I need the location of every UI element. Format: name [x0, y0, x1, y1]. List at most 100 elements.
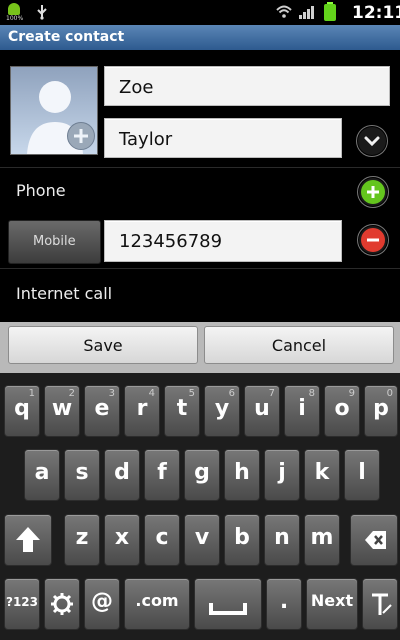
phone-number-field[interactable]: 123456789 [104, 220, 342, 262]
key-w[interactable]: 2 w [44, 385, 80, 437]
screen-titlebar: Create contact [0, 25, 400, 51]
key-g-label: g [194, 460, 210, 485]
key-t[interactable]: 5 t [164, 385, 200, 437]
contact-photo[interactable] [10, 66, 98, 155]
screen-title: Create contact [8, 29, 125, 45]
key-l[interactable]: l [344, 449, 380, 501]
soft-keyboard: 1 q 2 w 3 e 4 r 5 t 6 y 7 u 8 i 9 o 0 p … [0, 373, 400, 640]
key-r[interactable]: 4 r [124, 385, 160, 437]
key-h-label: h [234, 460, 250, 485]
save-label: Save [83, 336, 123, 355]
add-photo-icon [67, 122, 95, 150]
key-k-label: k [314, 460, 330, 485]
mode-key-label: ?123 [5, 595, 38, 609]
expand-name-button[interactable] [356, 125, 388, 157]
key-p-label: p [373, 396, 389, 421]
space-icon [209, 603, 247, 615]
key-e[interactable]: 3 e [84, 385, 120, 437]
phone-type-label: Mobile [33, 234, 76, 249]
at-key-label: @ [91, 589, 113, 614]
next-key-label: Next [310, 591, 354, 610]
phone-type-button[interactable]: Mobile [8, 220, 101, 264]
form-actions: Save Cancel [0, 322, 400, 373]
backspace-key[interactable] [350, 514, 398, 566]
next-key[interactable]: Next [306, 578, 358, 630]
period-key[interactable]: . [266, 578, 302, 630]
key-t-label: t [176, 396, 188, 421]
key-d[interactable]: d [104, 449, 140, 501]
key-g[interactable]: g [184, 449, 220, 501]
save-button[interactable]: Save [8, 326, 198, 364]
key-m[interactable]: m [304, 514, 340, 566]
key-f-label: f [157, 460, 167, 485]
key-z[interactable]: z [64, 514, 100, 566]
at-key[interactable]: @ [84, 578, 120, 630]
key-p[interactable]: 0 p [364, 385, 398, 437]
battery-icon [323, 2, 337, 22]
last-name-field[interactable]: Taylor [104, 118, 342, 158]
time: 12:11 [352, 3, 400, 23]
key-c[interactable]: c [144, 514, 180, 566]
cancel-button[interactable]: Cancel [204, 326, 394, 364]
key-s-label: s [75, 460, 89, 485]
key-k[interactable]: k [304, 449, 340, 501]
key-a-label: a [34, 460, 50, 485]
key-v[interactable]: v [184, 514, 220, 566]
internet-call-label: Internet call [16, 284, 113, 303]
key-n-label: n [274, 525, 290, 550]
key-b-label: b [234, 525, 250, 550]
dotcom-key[interactable]: .com [124, 578, 190, 630]
key-o[interactable]: 9 o [324, 385, 360, 437]
key-j-label: j [278, 460, 286, 485]
key-i[interactable]: 8 i [284, 385, 320, 437]
first-name-field[interactable]: Zoe [104, 66, 390, 106]
key-f[interactable]: f [144, 449, 180, 501]
key-v-label: v [194, 525, 210, 550]
key-y[interactable]: 6 y [204, 385, 240, 437]
key-w-label: w [51, 396, 73, 421]
period-key-label: . [279, 589, 289, 614]
key-a[interactable]: a [24, 449, 60, 501]
backspace-icon [365, 531, 386, 549]
usb-icon [36, 4, 48, 20]
wifi-icon [276, 4, 292, 20]
key-i-label: i [298, 396, 306, 421]
key-c-label: c [155, 525, 169, 550]
key-h[interactable]: h [224, 449, 260, 501]
divider-mid [0, 268, 400, 269]
text-format-icon [372, 593, 392, 615]
space-key[interactable] [194, 578, 262, 630]
key-l-label: l [358, 460, 366, 485]
plus-icon [361, 180, 385, 204]
status-bar: 100% 12:11 [0, 0, 400, 25]
key-x[interactable]: x [104, 514, 140, 566]
battery-percent-label: 100% [6, 15, 24, 22]
gear-icon [51, 593, 73, 615]
key-u-label: u [254, 396, 270, 421]
dotcom-key-label: .com [135, 591, 179, 610]
key-b[interactable]: b [224, 514, 260, 566]
shift-icon [16, 527, 40, 552]
cancel-label: Cancel [271, 336, 327, 355]
key-n[interactable]: n [264, 514, 300, 566]
android-icon [8, 3, 20, 15]
key-m-label: m [310, 525, 334, 550]
remove-phone-button[interactable] [357, 224, 389, 256]
key-q[interactable]: 1 q [4, 385, 40, 437]
key-e-label: e [94, 396, 110, 421]
shift-key[interactable] [4, 514, 52, 566]
add-phone-button[interactable] [357, 176, 389, 208]
key-o-label: o [334, 396, 350, 421]
phone-section-label: Phone [16, 181, 66, 200]
key-j[interactable]: j [264, 449, 300, 501]
key-u[interactable]: 7 u [244, 385, 280, 437]
last-name-value: Taylor [119, 129, 173, 150]
key-y-label: y [214, 396, 230, 421]
key-s[interactable]: s [64, 449, 100, 501]
divider-top [0, 167, 400, 168]
signal-icon [298, 4, 316, 20]
key-x-label: x [114, 525, 130, 550]
settings-key[interactable] [44, 578, 80, 630]
mode-key[interactable]: ?123 [4, 578, 40, 630]
text-format-key[interactable] [362, 578, 398, 630]
